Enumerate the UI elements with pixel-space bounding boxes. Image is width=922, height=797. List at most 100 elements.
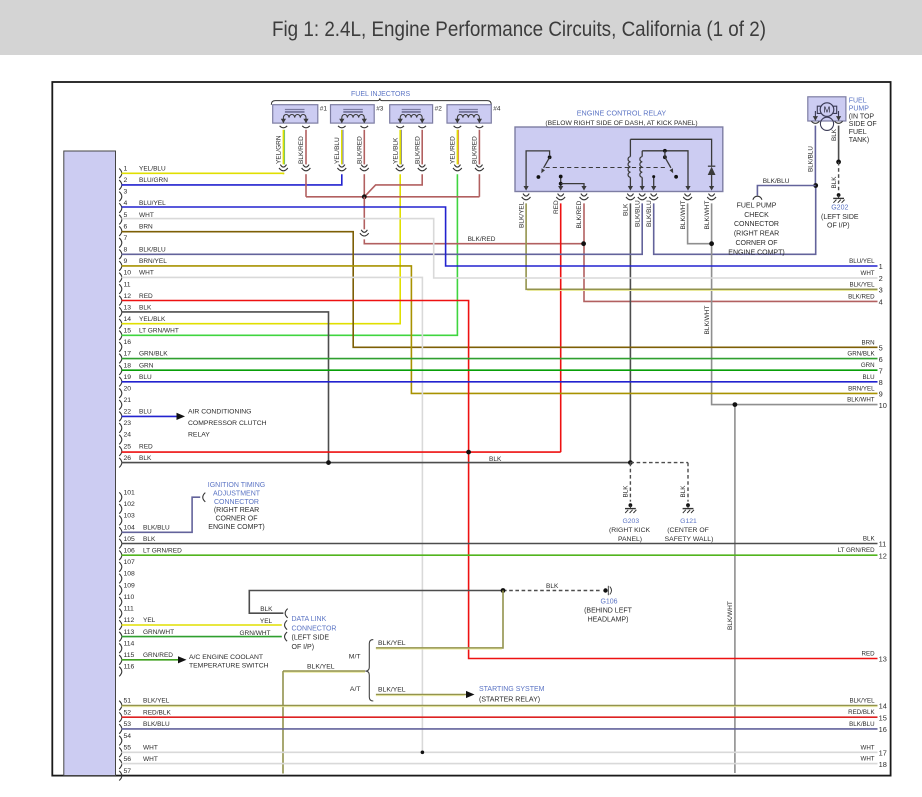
- svg-text:18: 18: [124, 362, 132, 369]
- svg-text:YEL: YEL: [143, 617, 156, 624]
- svg-text:CORNER OF: CORNER OF: [736, 240, 778, 247]
- svg-text:14: 14: [879, 702, 887, 711]
- svg-text:CONNECTOR: CONNECTOR: [734, 221, 779, 228]
- svg-text:SAFETY WALL): SAFETY WALL): [665, 536, 714, 543]
- svg-text:G106: G106: [600, 598, 617, 605]
- svg-text:BLK/RED: BLK/RED: [414, 136, 421, 164]
- svg-text:COMPRESSOR CLUTCH: COMPRESSOR CLUTCH: [188, 420, 267, 427]
- svg-text:7: 7: [879, 366, 883, 375]
- svg-text:2: 2: [124, 177, 128, 184]
- svg-text:WHT: WHT: [143, 745, 158, 752]
- svg-text:22: 22: [124, 409, 132, 416]
- svg-text:BRN: BRN: [139, 223, 153, 230]
- svg-text:BLK: BLK: [831, 128, 838, 141]
- svg-text:CHECK: CHECK: [744, 212, 769, 219]
- svg-text:10: 10: [879, 401, 887, 410]
- svg-text:WHT: WHT: [139, 270, 154, 277]
- svg-text:TEMPERATURE SWITCH: TEMPERATURE SWITCH: [189, 663, 269, 670]
- svg-text:RED: RED: [139, 293, 153, 300]
- svg-text:(RIGHT REAR: (RIGHT REAR: [734, 231, 779, 238]
- svg-text:LT GRN/RED: LT GRN/RED: [838, 547, 875, 554]
- svg-text:BLK/YEL: BLK/YEL: [518, 201, 525, 228]
- svg-text:15: 15: [124, 328, 132, 335]
- svg-text:BLK/RED: BLK/RED: [472, 136, 479, 164]
- svg-text:6: 6: [124, 223, 128, 230]
- svg-text:BLK/BLU: BLK/BLU: [634, 200, 641, 227]
- svg-text:25: 25: [124, 443, 132, 450]
- svg-text:BLK/YEL: BLK/YEL: [378, 640, 406, 647]
- svg-text:BRN: BRN: [862, 339, 875, 346]
- svg-text:BLK/YEL: BLK/YEL: [143, 698, 170, 705]
- svg-text:RED/BLK: RED/BLK: [848, 709, 875, 716]
- svg-text:TANK): TANK): [849, 137, 869, 144]
- svg-text:BLK/WHT: BLK/WHT: [704, 306, 711, 335]
- svg-text:GRN/BLK: GRN/BLK: [847, 351, 875, 358]
- svg-text:(BELOW RIGHT SIDE OF DASH, AT: (BELOW RIGHT SIDE OF DASH, AT KICK PANEL…: [545, 120, 697, 127]
- svg-text:#3: #3: [376, 106, 384, 113]
- svg-text:AIR CONDITIONING: AIR CONDITIONING: [188, 408, 251, 415]
- svg-text:7: 7: [124, 235, 128, 242]
- svg-text:113: 113: [124, 629, 135, 636]
- svg-text:WHT: WHT: [861, 744, 875, 751]
- svg-text:110: 110: [124, 594, 135, 601]
- svg-text:BLK/BLU: BLK/BLU: [808, 146, 815, 172]
- svg-text:13: 13: [879, 655, 887, 664]
- svg-text:20: 20: [124, 385, 132, 392]
- svg-text:53: 53: [124, 721, 132, 728]
- svg-text:ENGINE COMPT): ENGINE COMPT): [208, 524, 264, 531]
- svg-text:FUEL INJECTORS: FUEL INJECTORS: [351, 91, 410, 98]
- svg-text:3: 3: [879, 286, 883, 295]
- svg-text:LT GRN/WHT: LT GRN/WHT: [139, 328, 179, 335]
- svg-text:BLU/GRN: BLU/GRN: [139, 177, 168, 184]
- svg-text:BLK/BLU: BLK/BLU: [139, 247, 166, 254]
- svg-text:(STARTER RELAY): (STARTER RELAY): [479, 696, 540, 703]
- svg-text:111: 111: [124, 606, 135, 613]
- svg-text:BLK: BLK: [546, 583, 559, 590]
- svg-text:STARTING SYSTEM: STARTING SYSTEM: [479, 686, 545, 693]
- svg-text:YEL/BLK: YEL/BLK: [392, 137, 399, 164]
- svg-text:102: 102: [124, 501, 136, 508]
- svg-text:2: 2: [879, 274, 883, 283]
- svg-text:BLK/WHT: BLK/WHT: [704, 201, 711, 230]
- svg-text:CONNECTOR: CONNECTOR: [214, 499, 259, 506]
- svg-text:GRN/WHT: GRN/WHT: [143, 629, 174, 636]
- svg-text:BLU/YEL: BLU/YEL: [139, 200, 166, 207]
- svg-text:116: 116: [124, 664, 135, 671]
- svg-text:ADJUSTMENT: ADJUSTMENT: [213, 490, 261, 497]
- svg-text:BLK: BLK: [489, 456, 502, 463]
- svg-text:YEL/BLU: YEL/BLU: [334, 137, 341, 164]
- svg-text:BRN/YEL: BRN/YEL: [139, 258, 167, 265]
- svg-text:9: 9: [879, 390, 883, 399]
- svg-text:13: 13: [124, 304, 132, 311]
- svg-text:109: 109: [124, 582, 136, 589]
- svg-text:(IN TOP: (IN TOP: [849, 113, 875, 120]
- svg-text:SIDE OF: SIDE OF: [849, 121, 877, 128]
- svg-text:G203: G203: [622, 518, 639, 525]
- svg-text:RED: RED: [862, 651, 876, 658]
- svg-text:106: 106: [124, 548, 136, 555]
- svg-text:BLK/YEL: BLK/YEL: [849, 281, 875, 288]
- svg-text:#4: #4: [493, 106, 501, 113]
- svg-text:112: 112: [124, 617, 135, 624]
- svg-text:12: 12: [879, 551, 887, 560]
- svg-text:1: 1: [879, 262, 883, 271]
- svg-text:24: 24: [124, 432, 132, 439]
- svg-text:8: 8: [124, 247, 128, 254]
- svg-text:17: 17: [879, 749, 887, 758]
- svg-text:#1: #1: [320, 106, 328, 113]
- svg-text:4: 4: [879, 298, 883, 307]
- svg-text:103: 103: [124, 513, 136, 520]
- svg-text:BLU: BLU: [139, 409, 152, 416]
- svg-text:BLK/BLU: BLK/BLU: [763, 178, 790, 185]
- svg-text:HEADLAMP): HEADLAMP): [588, 617, 629, 624]
- svg-text:LT GRN/RED: LT GRN/RED: [143, 548, 182, 555]
- svg-text:(CENTER OF: (CENTER OF: [667, 527, 709, 534]
- svg-text:M/T: M/T: [349, 654, 361, 661]
- svg-text:56: 56: [124, 756, 132, 763]
- svg-text:8: 8: [879, 378, 883, 387]
- svg-text:YEL/BLU: YEL/BLU: [139, 166, 166, 173]
- svg-text:A/C ENGINE COOLANT: A/C ENGINE COOLANT: [189, 654, 263, 661]
- svg-text:GRN/RED: GRN/RED: [143, 652, 173, 659]
- svg-text:51: 51: [124, 698, 132, 705]
- svg-text:IGNITION TIMING: IGNITION TIMING: [208, 482, 265, 489]
